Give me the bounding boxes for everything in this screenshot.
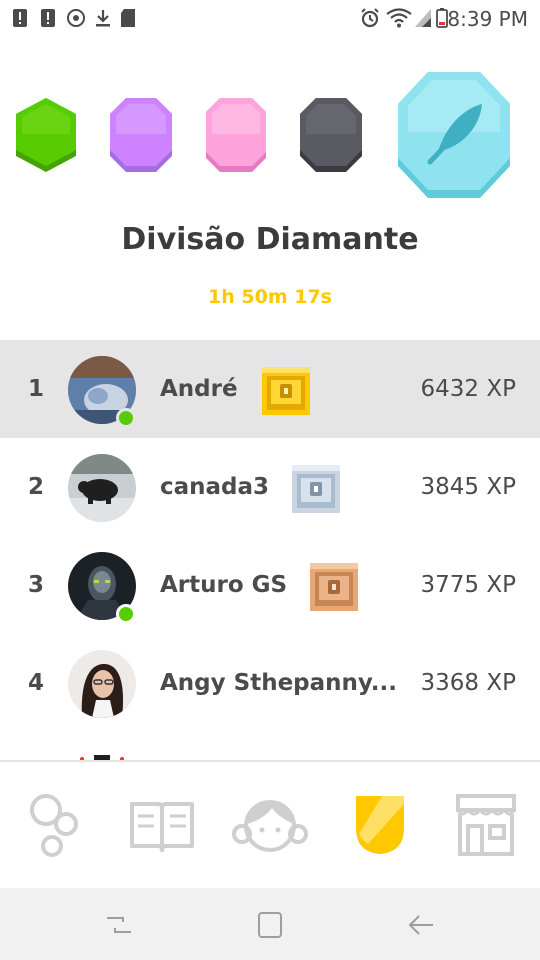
shop-icon[interactable] — [448, 790, 524, 860]
diamond-league-badge[interactable] — [394, 68, 514, 202]
username[interactable]: canada3 — [160, 474, 269, 500]
league-countdown: 1h 50m 17s — [208, 286, 332, 308]
status-time: 8:39 PM — [447, 7, 528, 31]
username[interactable]: André — [160, 376, 238, 402]
rank-number: 2 — [27, 474, 44, 500]
system-nav-bar — [0, 888, 540, 960]
leaderboard-row[interactable]: 3 Arturo GS 3775 XP — [0, 536, 540, 634]
bottom-nav — [0, 760, 540, 888]
xp-value: 3775 XP — [420, 572, 516, 598]
stories-icon[interactable] — [124, 790, 200, 860]
learn-icon[interactable] — [16, 790, 92, 860]
alert-icon — [13, 9, 27, 27]
league-badges — [0, 60, 540, 210]
avatar[interactable] — [68, 454, 136, 522]
signal-icon — [415, 9, 431, 27]
obsidian-league-badge[interactable] — [296, 94, 366, 174]
xp-value: 6432 XP — [420, 376, 516, 402]
back-icon[interactable] — [405, 910, 437, 940]
battery-low-icon — [436, 8, 448, 28]
leaderboard-row[interactable]: 1 André 6432 XP — [0, 340, 540, 438]
profile-icon[interactable] — [232, 790, 308, 860]
rank-number: 1 — [27, 376, 44, 402]
leaderboard-shield-icon[interactable] — [342, 790, 418, 860]
xp-value: 3368 XP — [420, 670, 516, 696]
online-indicator — [116, 408, 136, 428]
league-title: Divisão Diamante — [121, 222, 419, 257]
rank-number: 3 — [27, 572, 44, 598]
leaderboard-list[interactable]: 1 André 6432 XP 2 canada3 3845 XP 3 Artu… — [0, 336, 540, 760]
online-indicator — [116, 604, 136, 624]
recent-apps-icon[interactable] — [103, 910, 135, 940]
avatar[interactable] — [68, 650, 136, 718]
bronze-chest-icon — [310, 563, 358, 611]
pearl-league-badge[interactable] — [202, 94, 270, 174]
status-bar: 8:39 PM — [0, 0, 540, 38]
leaderboard-row[interactable]: 4 Angy Sthepanny... 3368 XP — [0, 634, 540, 732]
xp-value: 3845 XP — [420, 474, 516, 500]
rank-number: 4 — [27, 670, 44, 696]
wifi-icon — [386, 8, 412, 28]
alert-icon — [41, 9, 55, 27]
home-icon[interactable] — [254, 910, 286, 940]
alarm-icon — [361, 8, 379, 28]
leaderboard-row[interactable]: 2 canada3 3845 XP — [0, 438, 540, 536]
username[interactable]: Angy Sthepanny... — [160, 670, 397, 696]
silver-chest-icon — [292, 465, 340, 513]
sync-icon — [67, 9, 85, 27]
gold-chest-icon — [262, 367, 310, 415]
download-icon — [96, 10, 110, 27]
username[interactable]: Arturo GS — [160, 572, 287, 598]
amethyst-league-badge[interactable] — [106, 94, 176, 174]
sd-card-icon — [121, 9, 135, 27]
bronze-league-badge[interactable] — [12, 94, 80, 174]
